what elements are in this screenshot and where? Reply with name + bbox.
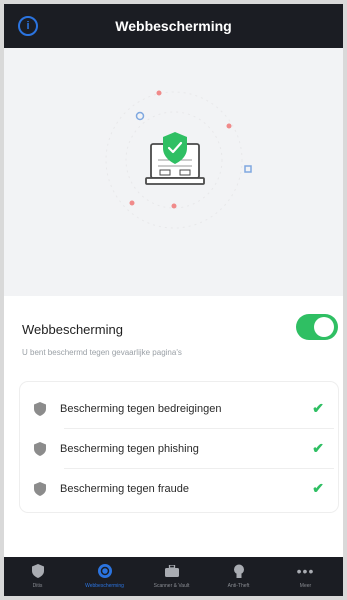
- top-bar: i Webbescherming: [4, 4, 343, 48]
- web-protection-illustration: [105, 90, 252, 229]
- page-title: Webbescherming: [115, 18, 232, 34]
- toggle-knob: [314, 317, 334, 337]
- divider: [64, 468, 334, 469]
- shield-icon: [34, 402, 46, 416]
- tab-label: Anti-Theft: [227, 583, 250, 589]
- list-item-label: Bescherming tegen bedreigingen: [60, 403, 222, 415]
- check-icon: ✔: [312, 400, 324, 416]
- tab-anti-theft[interactable]: Anti-Theft: [205, 557, 272, 596]
- bulb-icon: [231, 563, 247, 579]
- setting-subtitle: U bent beschermd tegen gevaarlijke pagin…: [22, 348, 182, 357]
- briefcase-icon: [164, 563, 180, 579]
- shield-icon: [34, 442, 46, 456]
- tab-scanner-vault[interactable]: Scanner & Vault: [138, 557, 205, 596]
- list-item[interactable]: Bescherming tegen bedreigingen ✔: [20, 390, 338, 428]
- list-item[interactable]: Bescherming tegen fraude ✔: [20, 470, 338, 508]
- globe-icon: [97, 563, 113, 579]
- shield-icon: [34, 482, 46, 496]
- list-item[interactable]: Bescherming tegen phishing ✔: [20, 430, 338, 468]
- check-icon: ✔: [312, 480, 324, 496]
- setting-title: Webbescherming: [22, 322, 123, 337]
- tab-webbescherming[interactable]: Webbescherming: [71, 557, 138, 596]
- tab-ditis[interactable]: Ditis: [4, 557, 71, 596]
- web-protection-toggle[interactable]: [296, 314, 338, 340]
- shield-icon: [30, 563, 46, 579]
- web-protection-setting[interactable]: Webbescherming U bent beschermd tegen ge…: [4, 304, 343, 364]
- list-item-label: Bescherming tegen phishing: [60, 443, 199, 455]
- tab-label: Webbescherming: [85, 583, 124, 589]
- check-icon: ✔: [312, 440, 324, 456]
- bottom-tab-bar: Ditis Webbescherming Scanner & Vault Ant…: [4, 557, 343, 596]
- tab-label: Meer: [299, 583, 312, 589]
- list-item-label: Bescherming tegen fraude: [60, 483, 190, 495]
- more-icon: •••: [296, 563, 315, 579]
- tab-label: Ditis: [32, 583, 43, 589]
- hero-illustration: [4, 48, 343, 296]
- info-icon[interactable]: i: [18, 16, 38, 36]
- app-frame: i Webbescherming Webbescherming U bent b…: [4, 4, 343, 596]
- protections-list: Bescherming tegen bedreigingen ✔ Bescher…: [20, 382, 338, 512]
- tab-label: Scanner & Vault: [153, 583, 190, 589]
- tab-meer[interactable]: ••• Meer: [272, 557, 339, 596]
- divider: [64, 428, 334, 429]
